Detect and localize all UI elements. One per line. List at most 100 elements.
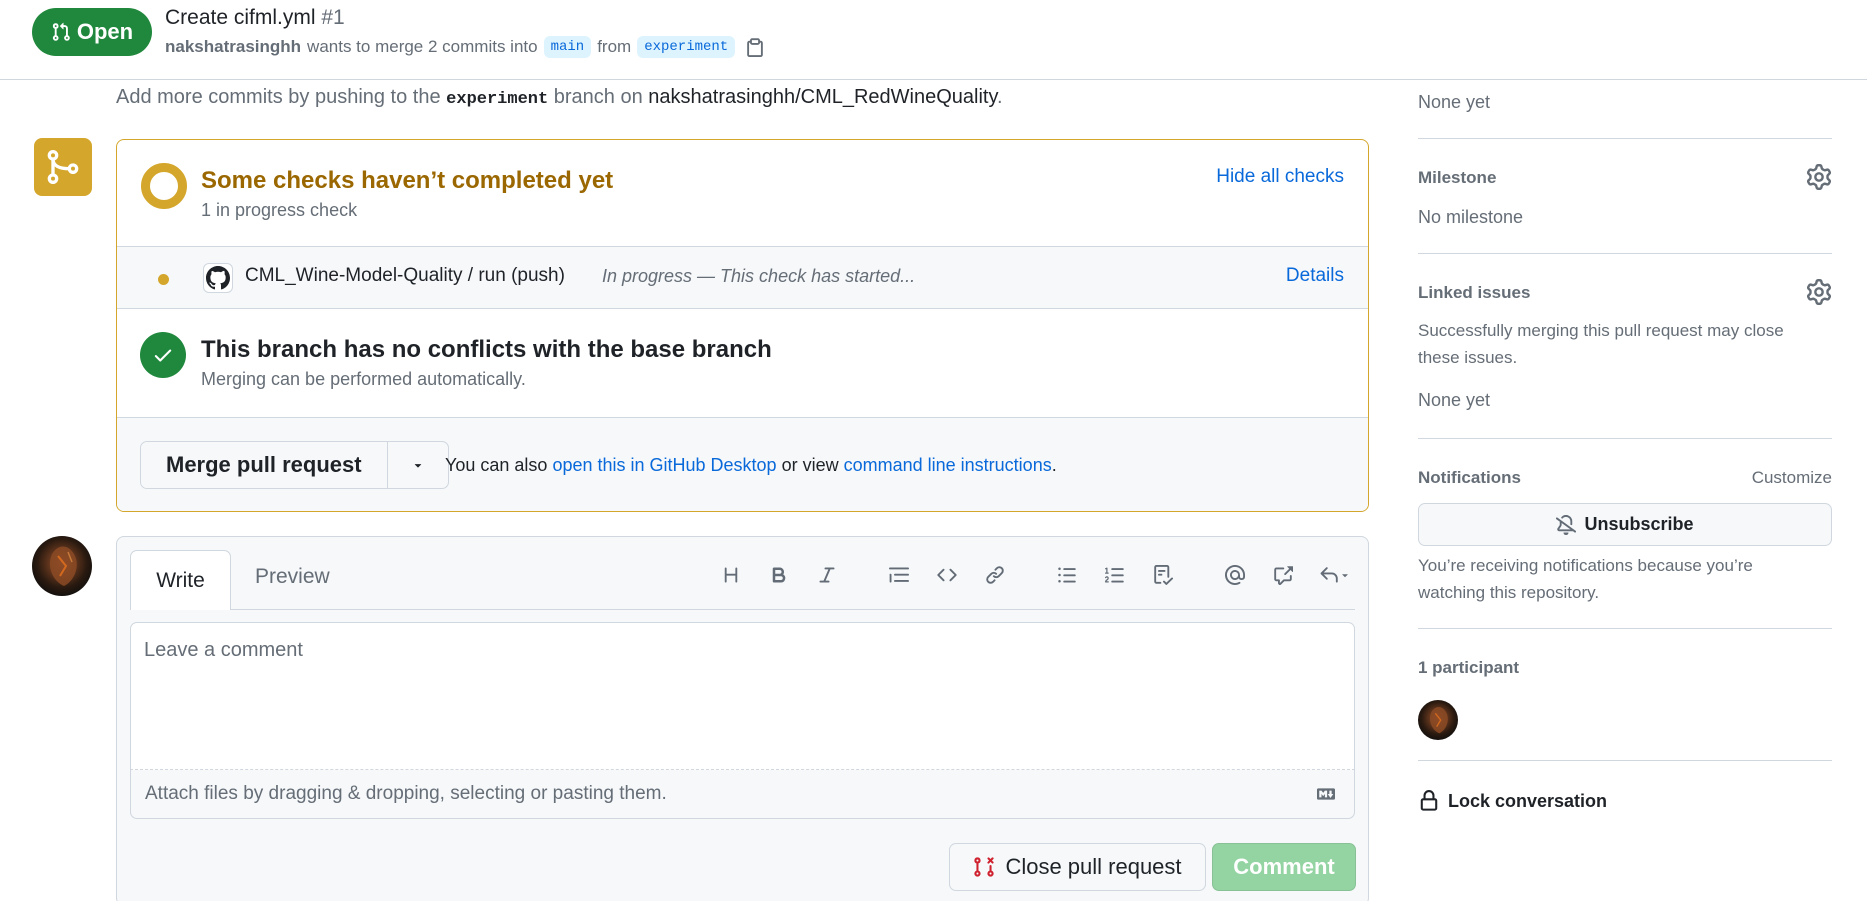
tasklist-icon[interactable]: [1139, 557, 1187, 593]
command-line-instructions-link[interactable]: command line instructions: [844, 455, 1052, 475]
mention-icon[interactable]: [1211, 557, 1259, 593]
bold-icon[interactable]: [755, 557, 803, 593]
check-row: CML_Wine-Model-Quality / run (push) In p…: [117, 247, 1368, 309]
push-hint-middle: branch on: [553, 86, 643, 108]
merge-method-dropdown[interactable]: [388, 442, 448, 488]
pr-author-link[interactable]: nakshatrasinghh: [165, 37, 301, 57]
conflict-title: This branch has no conflicts with the ba…: [201, 336, 772, 363]
push-hint: Add more commits by pushing to the exper…: [116, 86, 1003, 109]
merge-alt-suffix: .: [1051, 455, 1057, 475]
pr-number: #1: [321, 6, 345, 29]
sticky-header: Open Create cifml.yml #1 nakshatrasinghh…: [0, 0, 1867, 80]
linked-issues-gear-icon[interactable]: [1806, 279, 1832, 305]
customize-link[interactable]: Customize: [1752, 468, 1832, 488]
merge-button-group: Merge pull request: [140, 441, 449, 489]
triangle-down-icon: [414, 464, 421, 468]
sidebar-divider: [1418, 253, 1832, 254]
pr-merge-text: wants to merge 2 commits into: [307, 37, 538, 56]
file-attachment-bar[interactable]: Attach files by dragging & dropping, sel…: [130, 770, 1355, 819]
in-progress-dot-icon: [158, 274, 169, 285]
current-user-avatar[interactable]: [32, 536, 92, 596]
pr-state-badge: Open: [32, 8, 152, 56]
participant-avatar[interactable]: [1418, 700, 1458, 740]
linked-issues-value: None yet: [1418, 390, 1491, 410]
cross-reference-icon[interactable]: [1259, 557, 1307, 593]
sidebar-divider: [1418, 438, 1832, 439]
head-branch-label[interactable]: experiment: [637, 36, 736, 58]
participants-heading: 1 participant: [1418, 658, 1520, 677]
git-pull-request-icon: [52, 22, 70, 41]
italic-icon[interactable]: [803, 557, 851, 593]
comment-area: [130, 622, 1355, 770]
lock-icon: [1420, 790, 1438, 811]
unsubscribe-button[interactable]: Unsubscribe: [1418, 503, 1832, 546]
pending-status-icon: [141, 163, 187, 209]
conflict-subtitle: Merging can be performed automatically.: [201, 369, 526, 389]
check-circle-icon: [140, 332, 186, 378]
unsubscribe-label: Unsubscribe: [1584, 514, 1694, 534]
comment-textarea[interactable]: [131, 623, 1354, 769]
merge-status-icon-box: [34, 138, 92, 196]
checks-title: Some checks haven’t completed yet: [201, 167, 614, 194]
pr-state-label: Open: [76, 19, 134, 44]
checks-subtitle: 1 in progress check: [201, 200, 358, 220]
heading-icon[interactable]: [707, 557, 755, 593]
code-icon[interactable]: [923, 557, 971, 593]
push-hint-branch: experiment: [446, 90, 549, 109]
markdown-icon[interactable]: [1314, 785, 1338, 803]
linked-issues-heading[interactable]: Linked issues: [1418, 283, 1530, 303]
base-branch-label[interactable]: main: [543, 36, 592, 58]
merge-actions: Merge pull request You can also open thi…: [117, 418, 1368, 511]
pr-title-text: Create cifml.yml: [165, 6, 316, 29]
lock-conversation-link[interactable]: Lock conversation: [1418, 790, 1607, 812]
tab-write[interactable]: Write: [130, 550, 231, 610]
merge-alt-middle: or view: [781, 455, 839, 475]
sidebar-divider: [1418, 760, 1832, 761]
unordered-list-icon[interactable]: [1043, 557, 1091, 593]
sidebar-divider: [1418, 138, 1832, 139]
issue-closed-icon: [974, 857, 995, 877]
notifications-heading: Notifications: [1418, 468, 1521, 487]
open-github-desktop-link[interactable]: open this in GitHub Desktop: [552, 455, 776, 475]
bell-slash-icon: [1556, 514, 1577, 535]
tab-preview[interactable]: Preview: [255, 565, 330, 589]
sidebar-divider: [1418, 628, 1832, 629]
milestone-value: No milestone: [1418, 207, 1524, 227]
push-hint-prefix: Add more commits by pushing to the: [116, 86, 441, 108]
link-icon[interactable]: [971, 557, 1019, 593]
saved-replies-icon[interactable]: [1307, 557, 1363, 593]
quote-icon[interactable]: [875, 557, 923, 593]
lock-conversation-label: Lock conversation: [1448, 790, 1608, 811]
check-name: CML_Wine-Model-Quality / run (push): [245, 265, 565, 286]
merge-alternatives-text: You can also open this in GitHub Desktop…: [445, 455, 1057, 476]
notifications-reason-line2: watching this repository.: [1418, 583, 1600, 602]
copy-icon[interactable]: [745, 36, 765, 58]
composer-tab-divider: [130, 609, 1355, 610]
markdown-toolbar: [707, 557, 1363, 593]
notifications-reason-line1: You’re receiving notifications because y…: [1418, 556, 1753, 575]
merge-box: Some checks haven’t completed yet 1 in p…: [116, 139, 1369, 512]
linked-issues-description-line1: Successfully merging this pull request m…: [1418, 321, 1784, 340]
checks-summary: Some checks haven’t completed yet 1 in p…: [117, 140, 1368, 247]
git-merge-icon: [47, 149, 79, 184]
check-status: In progress — This check has started...: [602, 266, 916, 286]
milestone-gear-icon[interactable]: [1806, 164, 1832, 190]
milestone-heading[interactable]: Milestone: [1418, 168, 1496, 188]
sidebar: None yet Milestone No milestone Linked i…: [1418, 80, 1832, 900]
merge-pull-request-button[interactable]: Merge pull request: [141, 442, 388, 488]
labels-value: None yet: [1418, 92, 1491, 112]
comment-button[interactable]: Comment: [1212, 843, 1356, 891]
linked-issues-description-line2: these issues.: [1418, 348, 1518, 367]
pr-title: Create cifml.yml #1: [165, 6, 345, 30]
close-pull-request-button[interactable]: Close pull request: [949, 843, 1206, 891]
close-pull-request-label: Close pull request: [1005, 854, 1182, 879]
pr-from-text: from: [597, 37, 632, 56]
check-details-link[interactable]: Details: [1286, 265, 1344, 287]
push-hint-repo: nakshatrasinghh/CML_RedWineQuality: [648, 86, 997, 108]
hide-all-checks-link[interactable]: Hide all checks: [1216, 166, 1344, 188]
github-actions-icon: [203, 263, 233, 293]
merge-alt-prefix: You can also: [445, 455, 548, 475]
conflict-status: This branch has no conflicts with the ba…: [117, 310, 1368, 418]
ordered-list-icon[interactable]: [1091, 557, 1139, 593]
comment-composer: Write Preview Attach files by dragging &…: [116, 536, 1369, 901]
